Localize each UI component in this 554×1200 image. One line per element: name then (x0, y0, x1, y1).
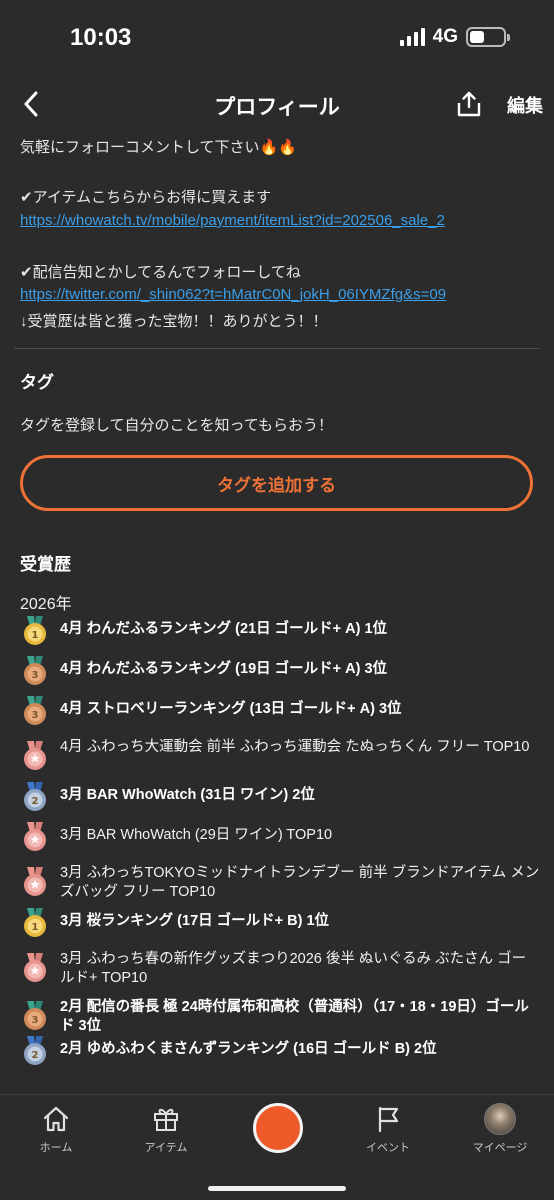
tab-bar: ホーム アイテム イベント マイページ (0, 1094, 554, 1200)
award-text: 3月 ふわっちTOKYOミッドナイトランデブー 前半 ブランドアイテム メンズバ… (60, 865, 540, 900)
award-text: 3月 BAR WhoWatch (29日 ワイン) TOP10 (60, 827, 333, 843)
svg-text:3: 3 (32, 710, 39, 721)
tags-title: タグ (20, 373, 54, 392)
silver-medal-icon: 2 (20, 781, 50, 813)
item-list-link[interactable]: https://whowatch.tv/mobile/payment/itemL… (20, 212, 540, 229)
status-indicators: 4G (399, 26, 510, 48)
signal-icon (399, 28, 425, 46)
divider (14, 348, 540, 349)
award-text: 4月 ストロベリーランキング (13日 ゴールド+ A) 3位 (60, 701, 402, 717)
pink-medal-icon (20, 866, 50, 898)
back-button[interactable] (16, 88, 46, 120)
battery-icon (466, 27, 510, 47)
svg-text:2: 2 (32, 796, 39, 807)
tab-mypage[interactable]: マイページ (455, 1103, 545, 1155)
twitter-link[interactable]: https://twitter.com/_shin062?t=hMatrC0N_… (20, 286, 540, 303)
award-text: 3月 BAR WhoWatch (31日 ワイン) 2位 (60, 787, 315, 803)
chevron-left-icon (24, 91, 38, 117)
award-text: 4月 ふわっち大運動会 前半 ふわっち運動会 たぬっちくん フリー TOP10 (60, 739, 530, 755)
tab-mypage-label: マイページ (472, 1142, 528, 1154)
pink-medal-icon (20, 821, 50, 853)
profile-content[interactable]: 気軽にフォローコメントして下さい🔥🔥 ✔アイテムこちらからお得に買えます htt… (0, 130, 554, 1094)
award-text: 3月 ふわっち春の新作グッズまつり2026 後半 ぬいぐるみ ぶたさん ゴールド… (60, 951, 527, 986)
tab-event-label: イベント (366, 1142, 410, 1154)
pink-medal-icon (20, 952, 50, 984)
award-text: 4月 わんだふるランキング (19日 ゴールド+ A) 3位 (60, 661, 388, 677)
gold-medal-icon: 1 (20, 907, 50, 939)
add-tag-button[interactable]: タグを追加する (20, 455, 533, 511)
svg-text:1: 1 (32, 630, 39, 641)
network-type: 4G (432, 26, 458, 47)
status-bar: 10:03 4G (0, 0, 554, 78)
home-icon (43, 1106, 69, 1132)
svg-text:3: 3 (32, 1015, 39, 1026)
svg-text:1: 1 (32, 922, 39, 933)
tab-home-label: ホーム (39, 1142, 73, 1154)
pink-medal-icon (20, 740, 50, 772)
bronze-medal-icon: 3 (20, 655, 50, 687)
svg-text:2: 2 (32, 1050, 39, 1061)
home-indicator (208, 1186, 346, 1191)
silver-medal-icon: 2 (20, 1035, 50, 1067)
share-icon (457, 91, 481, 117)
bronze-medal-icon: 3 (20, 695, 50, 727)
gift-icon (154, 1108, 178, 1131)
award-text: 4月 わんだふるランキング (21日 ゴールド+ A) 1位 (60, 621, 388, 637)
award-text: 2月 配信の番長 極 24時付属布和高校（普通科）（17・18・19日）ゴールド… (60, 999, 529, 1034)
tab-item[interactable]: アイテム (121, 1103, 211, 1155)
avatar (484, 1103, 516, 1135)
svg-text:3: 3 (32, 670, 39, 681)
gold-medal-icon: 1 (20, 615, 50, 647)
bio-line: ✔アイテムこちらからお得に買えます (20, 189, 272, 206)
bronze-medal-icon: 3 (20, 1000, 50, 1032)
start-broadcast-button[interactable] (253, 1103, 303, 1153)
edit-button[interactable]: 編集 (507, 92, 543, 118)
status-time: 10:03 (70, 24, 132, 51)
award-text: 3月 桜ランキング (17日 ゴールド+ B) 1位 (60, 913, 330, 929)
nav-bar: プロフィール 編集 (0, 78, 554, 130)
award-text: 2月 ゆめふわくまさんずランキング (16日 ゴールド B) 2位 (60, 1041, 437, 1057)
bio-line: 気軽にフォローコメントして下さい🔥🔥 (20, 139, 297, 156)
award-year: 2026年 (20, 596, 72, 613)
bio-line: ✔配信告知とかしてるんでフォローしてね (20, 264, 301, 281)
flag-icon (378, 1106, 399, 1133)
awards-title: 受賞歴 (20, 555, 71, 574)
tab-event[interactable]: イベント (343, 1103, 433, 1155)
tags-hint: タグを登録して自分のことを知ってもらおう！ (20, 417, 334, 434)
share-button[interactable] (453, 88, 485, 120)
bio-line: ↓受賞歴は皆と獲った宝物！！ありがとう！！ (20, 313, 328, 330)
tab-item-label: アイテム (144, 1142, 188, 1154)
tab-home[interactable]: ホーム (11, 1103, 101, 1155)
